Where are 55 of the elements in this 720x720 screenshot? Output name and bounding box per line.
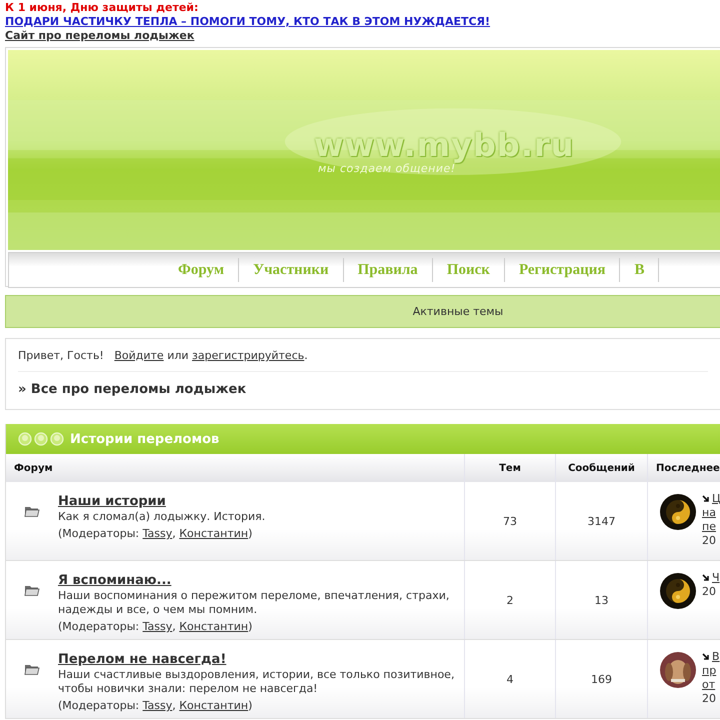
last-post-link[interactable]: Ч (712, 571, 720, 585)
bubble-icon (34, 432, 48, 446)
posts-count: 169 (556, 640, 648, 718)
last-post-date: 20 (702, 534, 717, 548)
arrow-icon (702, 653, 710, 661)
last-post-link[interactable]: от (702, 678, 716, 692)
site-logo: www.mybb.ru (314, 128, 575, 162)
moderator-link[interactable]: Tassy (142, 699, 172, 712)
last-post-date: 20 (702, 692, 717, 706)
folder-icon (24, 583, 40, 597)
last-post-link[interactable]: пр (702, 664, 716, 678)
folder-icon (24, 504, 40, 518)
moderator-link[interactable]: Tassy (142, 620, 172, 633)
column-header: Форум (6, 454, 465, 482)
welcome-text: Привет, Гость! Войдите или зарегистрируйтесь. (18, 339, 708, 372)
login-link[interactable]: Войдите (114, 349, 164, 362)
active-topics-bar[interactable]: Активные темы (5, 295, 720, 328)
moderator-link[interactable]: Константин (179, 699, 248, 712)
topics-count: 73 (465, 482, 556, 560)
site-link[interactable]: Сайт про переломы лодыжек (5, 29, 194, 43)
moderator-link[interactable]: Константин (179, 620, 248, 633)
last-post-link[interactable]: Ц (712, 492, 720, 506)
posts-count: 3147 (556, 482, 648, 560)
last-post-link[interactable]: на (702, 506, 716, 520)
announcement-link[interactable]: ПОДАРИ ЧАСТИЧКУ ТЕПЛА – ПОМОГИ ТОМУ, КТО ТАК В ЭТОМ НУЖДАЕТСЯ! (5, 15, 490, 29)
column-header: Сообщений (556, 454, 648, 482)
bubble-icon (50, 432, 64, 446)
register-link[interactable]: зарегистрируйтесь (192, 349, 304, 362)
category-title: Истории переломов (70, 432, 220, 446)
arrow-icon (702, 495, 710, 503)
moderator-link[interactable]: Константин (179, 527, 248, 540)
folder-icon (24, 662, 40, 676)
forum-link[interactable]: Наши истории (58, 494, 166, 510)
moderators-text: (Модераторы: Tassy, Константин) (58, 699, 252, 713)
posts-count: 13 (556, 561, 648, 639)
column-header: Последнее (648, 454, 720, 482)
forum-description: Как я сломал(а) лодыжку. История. (58, 510, 266, 524)
arrow-icon (702, 574, 710, 582)
forum-description: Наши воспоминания о пережитом переломе, впечатления, страхи, надежды и все, о чем мы помним. (58, 589, 450, 617)
site-slogan: мы создаем общение! (318, 162, 456, 175)
moderators-text: (Модераторы: Tassy, Константин) (58, 620, 252, 634)
topics-count: 4 (465, 640, 556, 718)
forum-description: Наши счастливые выздоровления, истории, все только позитивное, чтобы новички знали: перелом не навсегда! (58, 668, 456, 696)
announcement-heading: К 1 июня, Дню защиты детей: (5, 1, 198, 15)
breadcrumb: » Все про переломы лодыжек (18, 381, 248, 397)
moderators-text: (Модераторы: Tassy, Константин) (58, 527, 252, 541)
topics-count: 2 (465, 561, 556, 639)
column-header: Тем (465, 454, 556, 482)
moderator-link[interactable]: Tassy (142, 527, 172, 540)
forum-link[interactable]: Я вспоминаю... (58, 573, 172, 589)
last-post-link[interactable]: пе (702, 520, 716, 534)
last-post-link[interactable]: В (712, 650, 720, 664)
last-post-date: 20 (702, 585, 717, 599)
forum-link[interactable]: Перелом не навсегда! (58, 652, 226, 668)
bubble-icon (18, 432, 32, 446)
